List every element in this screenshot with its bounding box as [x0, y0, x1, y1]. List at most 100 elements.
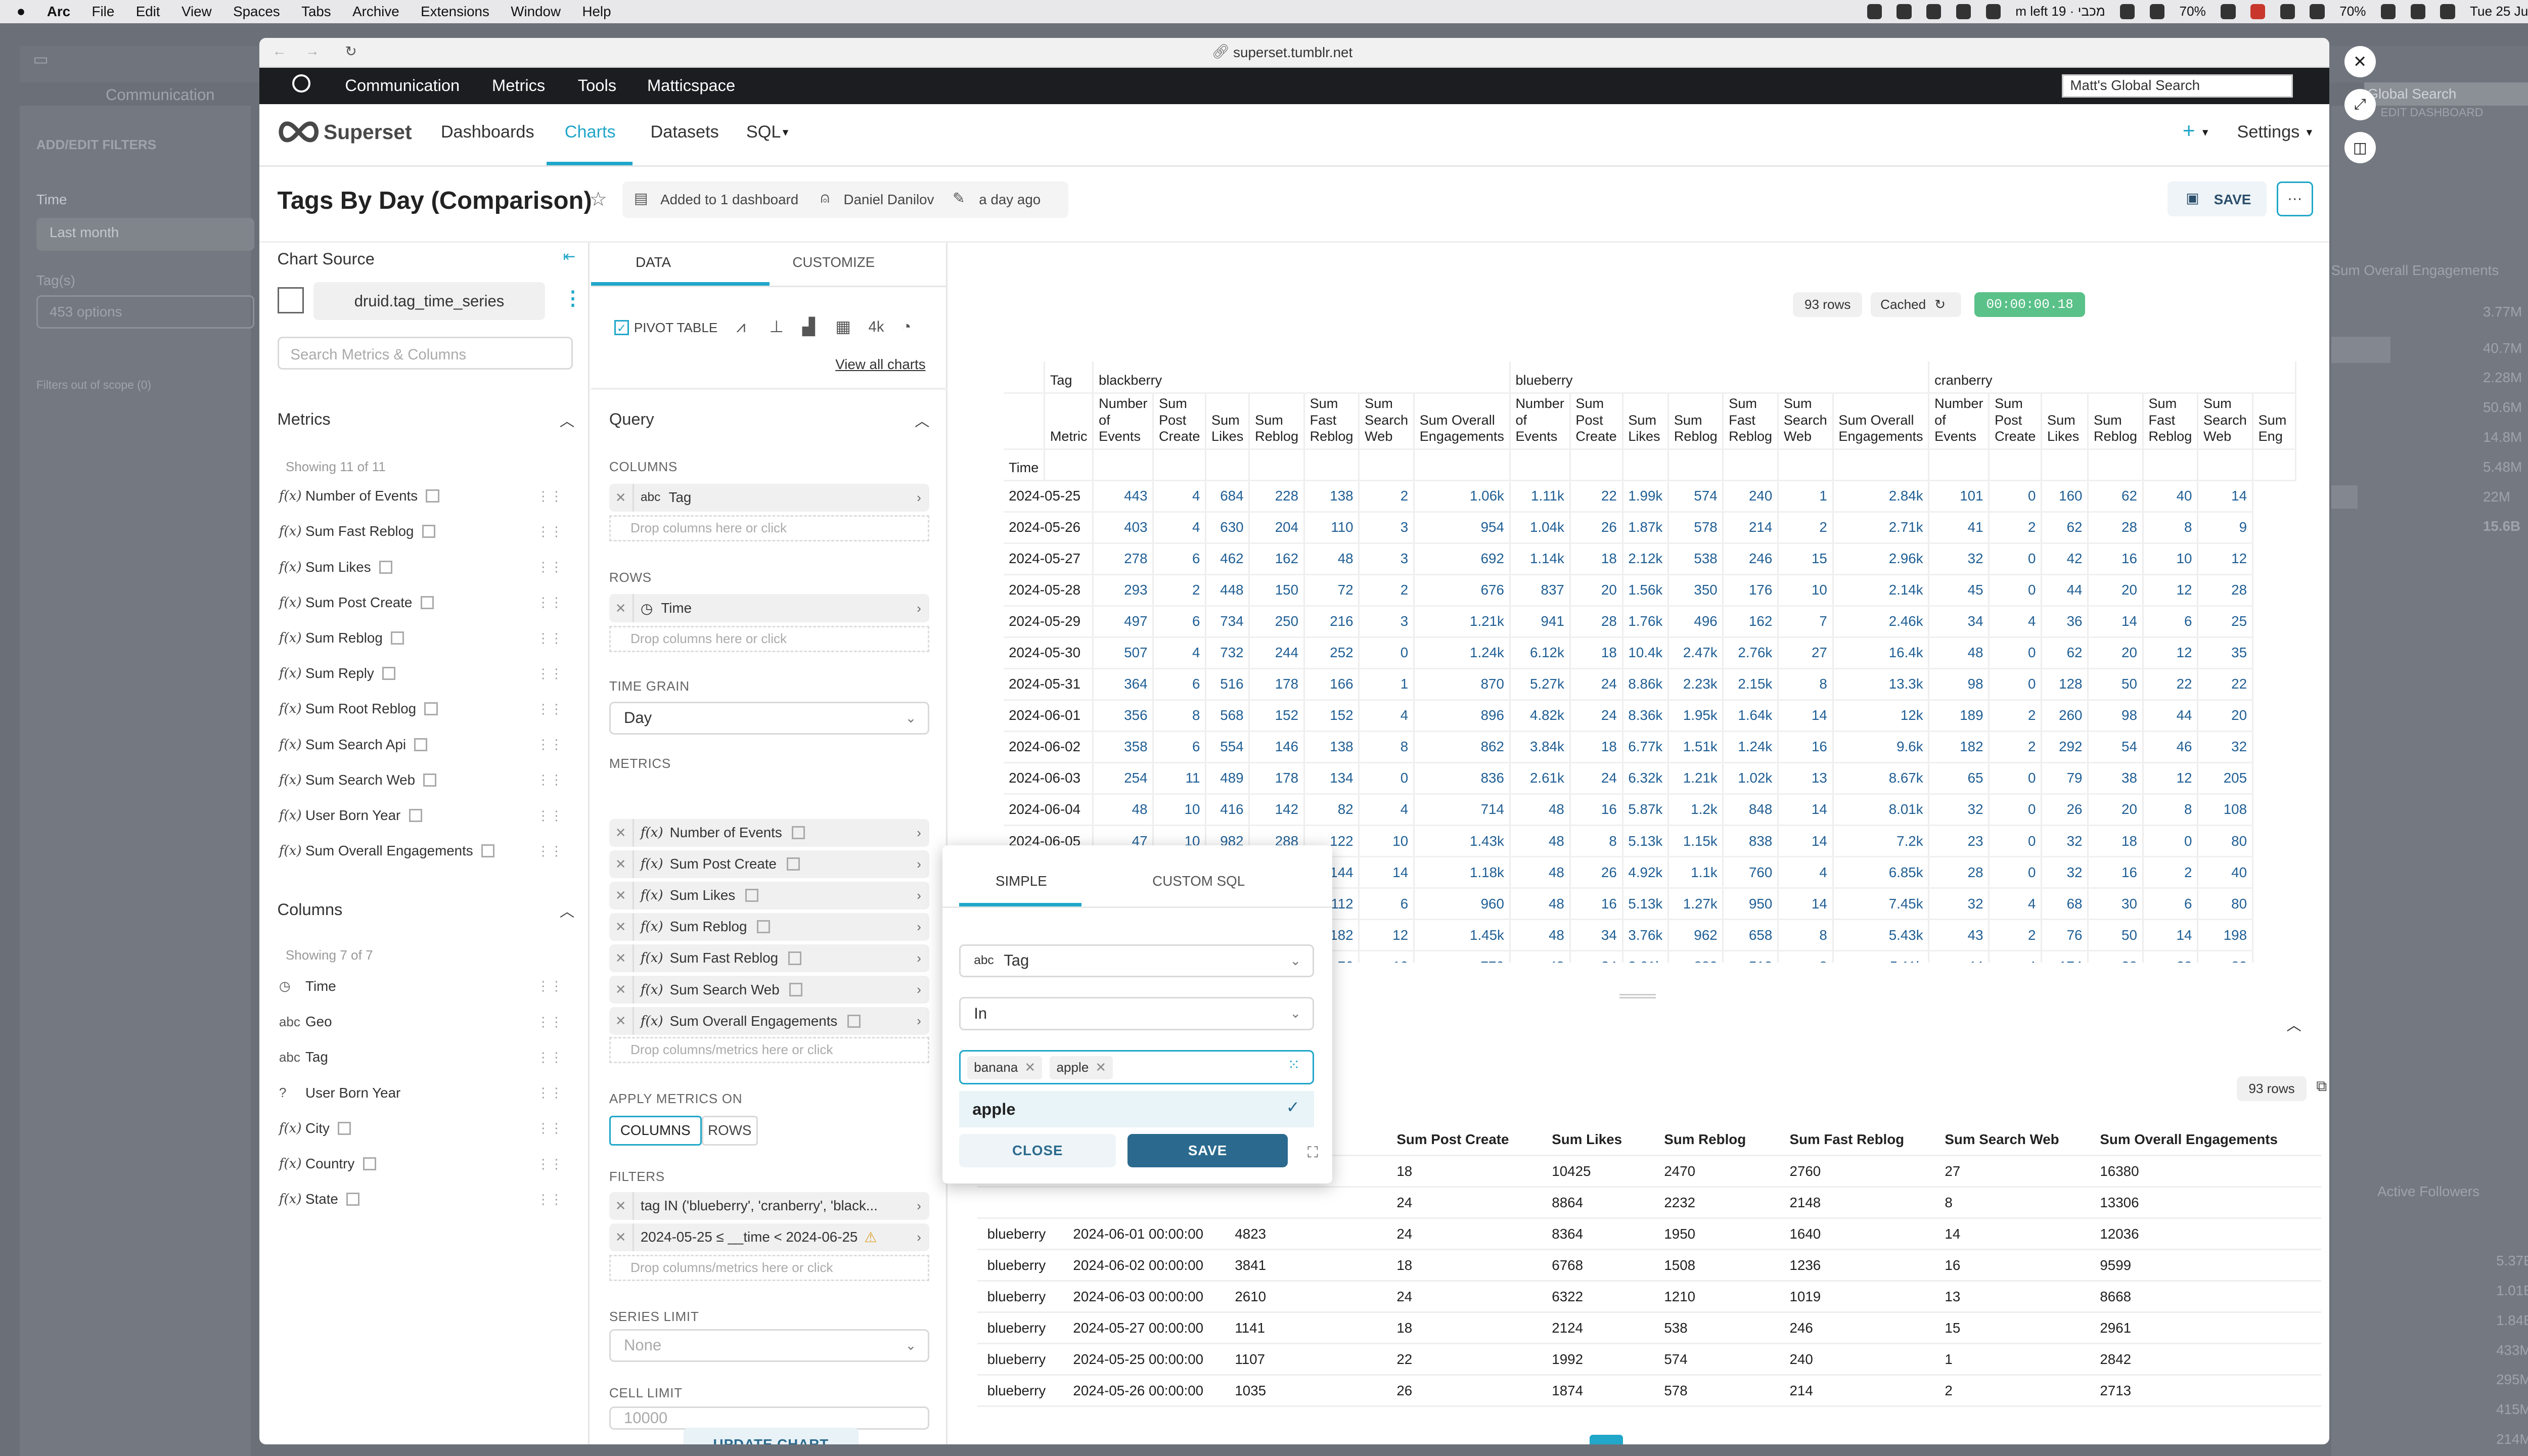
brand-name[interactable]: Superset [324, 120, 412, 144]
cell-limit-select[interactable]: 10000 [609, 1406, 930, 1430]
raw-column-header[interactable]: Sum Post Create [1386, 1124, 1542, 1157]
metric-header[interactable]: Sum Reblog [1249, 393, 1305, 450]
value-tag-banana[interactable]: banana ✕ [967, 1056, 1043, 1080]
save-chart-button[interactable]: ▣ SAVE [2168, 181, 2267, 216]
column-item[interactable]: ? User Born Year ⋮⋮ [279, 1079, 570, 1107]
metric-item[interactable]: f(x) Sum Reply ⋮⋮ [279, 659, 570, 688]
topnav-communication[interactable]: Communication [345, 76, 460, 95]
save-filter-button[interactable]: SAVE [1127, 1134, 1288, 1167]
battery-icon[interactable] [2380, 4, 2396, 19]
resize-handle[interactable] [1619, 993, 1656, 999]
collapse-chevron-icon[interactable]: ︿ [560, 900, 574, 921]
control-center-icon[interactable] [2440, 4, 2455, 19]
time-grain-select[interactable]: Day ⌄ [609, 701, 930, 735]
superset-logo-icon[interactable] [276, 120, 322, 144]
favorite-star-icon[interactable]: ☆ [590, 188, 607, 211]
metric-header[interactable]: Sum Overall Engagements [1833, 393, 1930, 450]
drag-handle-icon[interactable]: ⋮⋮ [536, 524, 563, 539]
drop-rows-zone[interactable]: Drop columns here or click [609, 625, 930, 652]
metric-item[interactable]: f(x) Sum Post Create ⋮⋮ [279, 588, 570, 617]
drag-handle-icon[interactable]: ⋮⋮ [536, 1085, 563, 1101]
metric-header[interactable]: Number of Events [1928, 393, 1990, 450]
popover-tab-simple[interactable]: SIMPLE [996, 873, 1047, 889]
pivot-table-icon[interactable]: ✓ [614, 320, 629, 335]
expand-icon[interactable]: ⤢ [2344, 89, 2376, 121]
metric-chip[interactable]: ✕ f(x) Sum Fast Reblog › [609, 944, 930, 973]
line-chart-icon[interactable]: ⩘ [736, 317, 745, 337]
metric-header[interactable]: Sum Overall Engagements [1414, 393, 1511, 450]
column-item[interactable]: ◷ Time ⋮⋮ [279, 972, 570, 1000]
metric-header[interactable]: Sum Eng [2252, 393, 2296, 450]
raw-column-header[interactable]: Sum Fast Reblog [1779, 1124, 1935, 1157]
metric-item[interactable]: f(x) Sum Overall Engagements ⋮⋮ [279, 837, 570, 865]
record-icon[interactable] [2250, 4, 2266, 19]
apply-on-columns-option[interactable]: COLUMNS [609, 1116, 702, 1146]
status-icon[interactable] [2280, 4, 2295, 19]
update-chart-button[interactable]: UPDATE CHART [683, 1428, 859, 1445]
settings-menu[interactable]: Settings [2237, 122, 2299, 142]
metric-item[interactable]: f(x) Sum Search Api ⋮⋮ [279, 731, 570, 759]
prev-page-button[interactable]: « [1557, 1441, 1565, 1445]
menu-item-spaces[interactable]: Spaces [233, 4, 280, 20]
metric-header[interactable]: Sum Fast Reblog [2143, 393, 2199, 450]
battery-percent-2[interactable]: 70% [2339, 4, 2366, 19]
nav-tab-datasets[interactable]: Datasets [651, 122, 719, 142]
popover-tab-custom-sql[interactable]: CUSTOM SQL [1152, 873, 1245, 889]
view-all-charts-link[interactable]: View all charts [835, 356, 925, 373]
metric-header[interactable]: Sum Fast Reblog [1723, 393, 1779, 450]
drop-metrics-zone[interactable]: Drop columns/metrics here or click [609, 1036, 930, 1063]
drag-handle-icon[interactable]: ⋮⋮ [536, 978, 563, 994]
menu-item-view[interactable]: View [182, 4, 212, 20]
status-icon[interactable] [1867, 4, 1882, 19]
topnav-tools[interactable]: Tools [578, 76, 616, 95]
viz-type-label[interactable]: PIVOT TABLE [634, 320, 717, 336]
apply-on-rows-option[interactable]: ROWS [701, 1116, 758, 1146]
expand-icon[interactable]: ⛶ [1307, 1144, 1318, 1161]
table-chart-icon[interactable]: ▦ [835, 317, 851, 336]
remove-icon[interactable]: ✕ [609, 1013, 633, 1029]
battery-percent[interactable]: 70% [2180, 4, 2206, 19]
page-button[interactable]: 2 [1656, 1441, 1664, 1445]
column-chip-tag[interactable]: ✕ abc Tag › [609, 483, 930, 512]
drop-filters-zone[interactable]: Drop columns/metrics here or click [609, 1254, 930, 1281]
chart-title[interactable]: Tags By Day (Comparison) [278, 187, 592, 215]
column-item[interactable]: abc Tag ⋮⋮ [279, 1043, 570, 1072]
metric-chip[interactable]: ✕ f(x) Sum Likes › [609, 881, 930, 910]
metric-item[interactable]: f(x) Sum Likes ⋮⋮ [279, 553, 570, 581]
logo-icon[interactable] [292, 74, 310, 93]
metric-header[interactable]: Sum Likes [1205, 393, 1250, 450]
clock[interactable]: Tue 25 Jun 14:41 [2470, 4, 2528, 19]
column-chart-icon[interactable]: ▟ [802, 317, 815, 336]
collapse-panel-icon[interactable]: ⇤ [563, 248, 575, 265]
status-text[interactable]: m left 19 · מכבי [2015, 4, 2105, 19]
column-item[interactable]: abc Geo ⋮⋮ [279, 1008, 570, 1036]
raw-column-header[interactable]: Sum Search Web [1934, 1124, 2090, 1157]
copy-icon[interactable]: ⧉ [2316, 1078, 2327, 1095]
dataset-menu-icon[interactable]: ⋮ [563, 287, 582, 310]
filter-chip-tag[interactable]: ✕ tag IN ('blueberry', 'cranberry', 'bla… [609, 1192, 930, 1220]
drag-handle-icon[interactable]: ⋮⋮ [536, 666, 563, 681]
metric-item[interactable]: f(x) Sum Root Reblog ⋮⋮ [279, 695, 570, 723]
metric-header[interactable]: Sum Post Create [1570, 393, 1623, 450]
drag-handle-icon[interactable]: ⋮⋮ [536, 595, 563, 610]
query-heading[interactable]: Query [609, 410, 654, 429]
drag-handle-icon[interactable]: ⋮⋮ [536, 808, 563, 824]
metric-header[interactable]: Sum Likes [1622, 393, 1669, 450]
apple-menu-icon[interactable]: ● [17, 3, 26, 20]
collapse-chevron-icon[interactable]: ︿ [2286, 1014, 2301, 1035]
pie-chart-icon[interactable]: ◔ [901, 317, 912, 336]
select-all-icon[interactable]: ⁙ [1288, 1056, 1300, 1074]
menu-item-help[interactable]: Help [582, 4, 611, 20]
remove-icon[interactable]: ✕ [609, 1198, 633, 1214]
filter-column-select[interactable]: abc Tag ⌄ [959, 944, 1315, 978]
status-icon[interactable] [1926, 4, 1942, 19]
metric-header[interactable]: Sum Search Web [1778, 393, 1834, 450]
back-icon[interactable]: ← [273, 43, 287, 59]
drag-handle-icon[interactable]: ⋮⋮ [536, 630, 563, 646]
close-window-icon[interactable]: ✕ [2344, 46, 2376, 78]
tab-customize[interactable]: CUSTOMIZE [792, 254, 875, 270]
status-icon[interactable] [2221, 4, 2236, 19]
topnav-metrics[interactable]: Metrics [492, 76, 545, 95]
new-item-button[interactable]: + [2183, 119, 2195, 143]
metric-item[interactable]: f(x) User Born Year ⋮⋮ [279, 801, 570, 830]
